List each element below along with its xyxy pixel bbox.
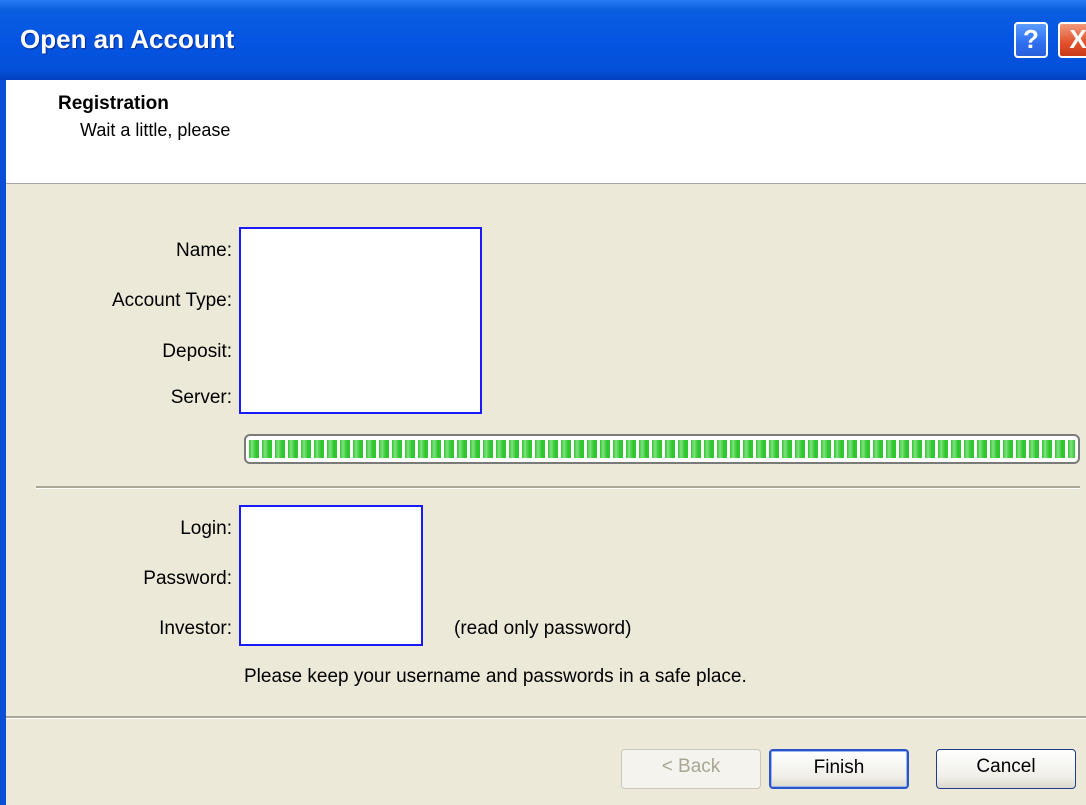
password-label: Password: bbox=[143, 568, 232, 589]
wizard-header: Registration Wait a little, please bbox=[6, 80, 1086, 184]
window-title: Open an Account bbox=[20, 24, 235, 54]
close-icon: X bbox=[1069, 24, 1086, 54]
credentials-box bbox=[239, 505, 423, 646]
login-label: Login: bbox=[180, 518, 232, 539]
close-button[interactable]: X bbox=[1058, 22, 1086, 58]
investor-note: (read only password) bbox=[454, 618, 632, 639]
account-info-box bbox=[239, 227, 482, 414]
section-divider bbox=[36, 486, 1080, 489]
progress-fill bbox=[249, 440, 1075, 458]
safe-place-note: Please keep your username and passwords … bbox=[244, 666, 747, 687]
name-label: Name: bbox=[176, 240, 232, 261]
deposit-label: Deposit: bbox=[162, 341, 232, 362]
cancel-button[interactable]: Cancel bbox=[936, 749, 1076, 789]
investor-label: Investor: bbox=[159, 618, 232, 639]
account-type-label: Account Type: bbox=[111, 290, 232, 311]
help-button[interactable]: ? bbox=[1014, 22, 1048, 58]
page-title: Registration bbox=[58, 93, 169, 114]
window-frame-left bbox=[0, 80, 6, 805]
finish-button[interactable]: Finish bbox=[769, 749, 909, 789]
page-subtitle: Wait a little, please bbox=[80, 120, 231, 140]
footer-divider bbox=[6, 716, 1086, 719]
registration-progress-bar bbox=[244, 434, 1080, 464]
server-label: Server: bbox=[170, 387, 232, 408]
title-bar[interactable]: Open an Account ? X bbox=[0, 0, 1086, 80]
help-icon: ? bbox=[1023, 24, 1039, 54]
back-button[interactable]: < Back bbox=[621, 749, 761, 789]
